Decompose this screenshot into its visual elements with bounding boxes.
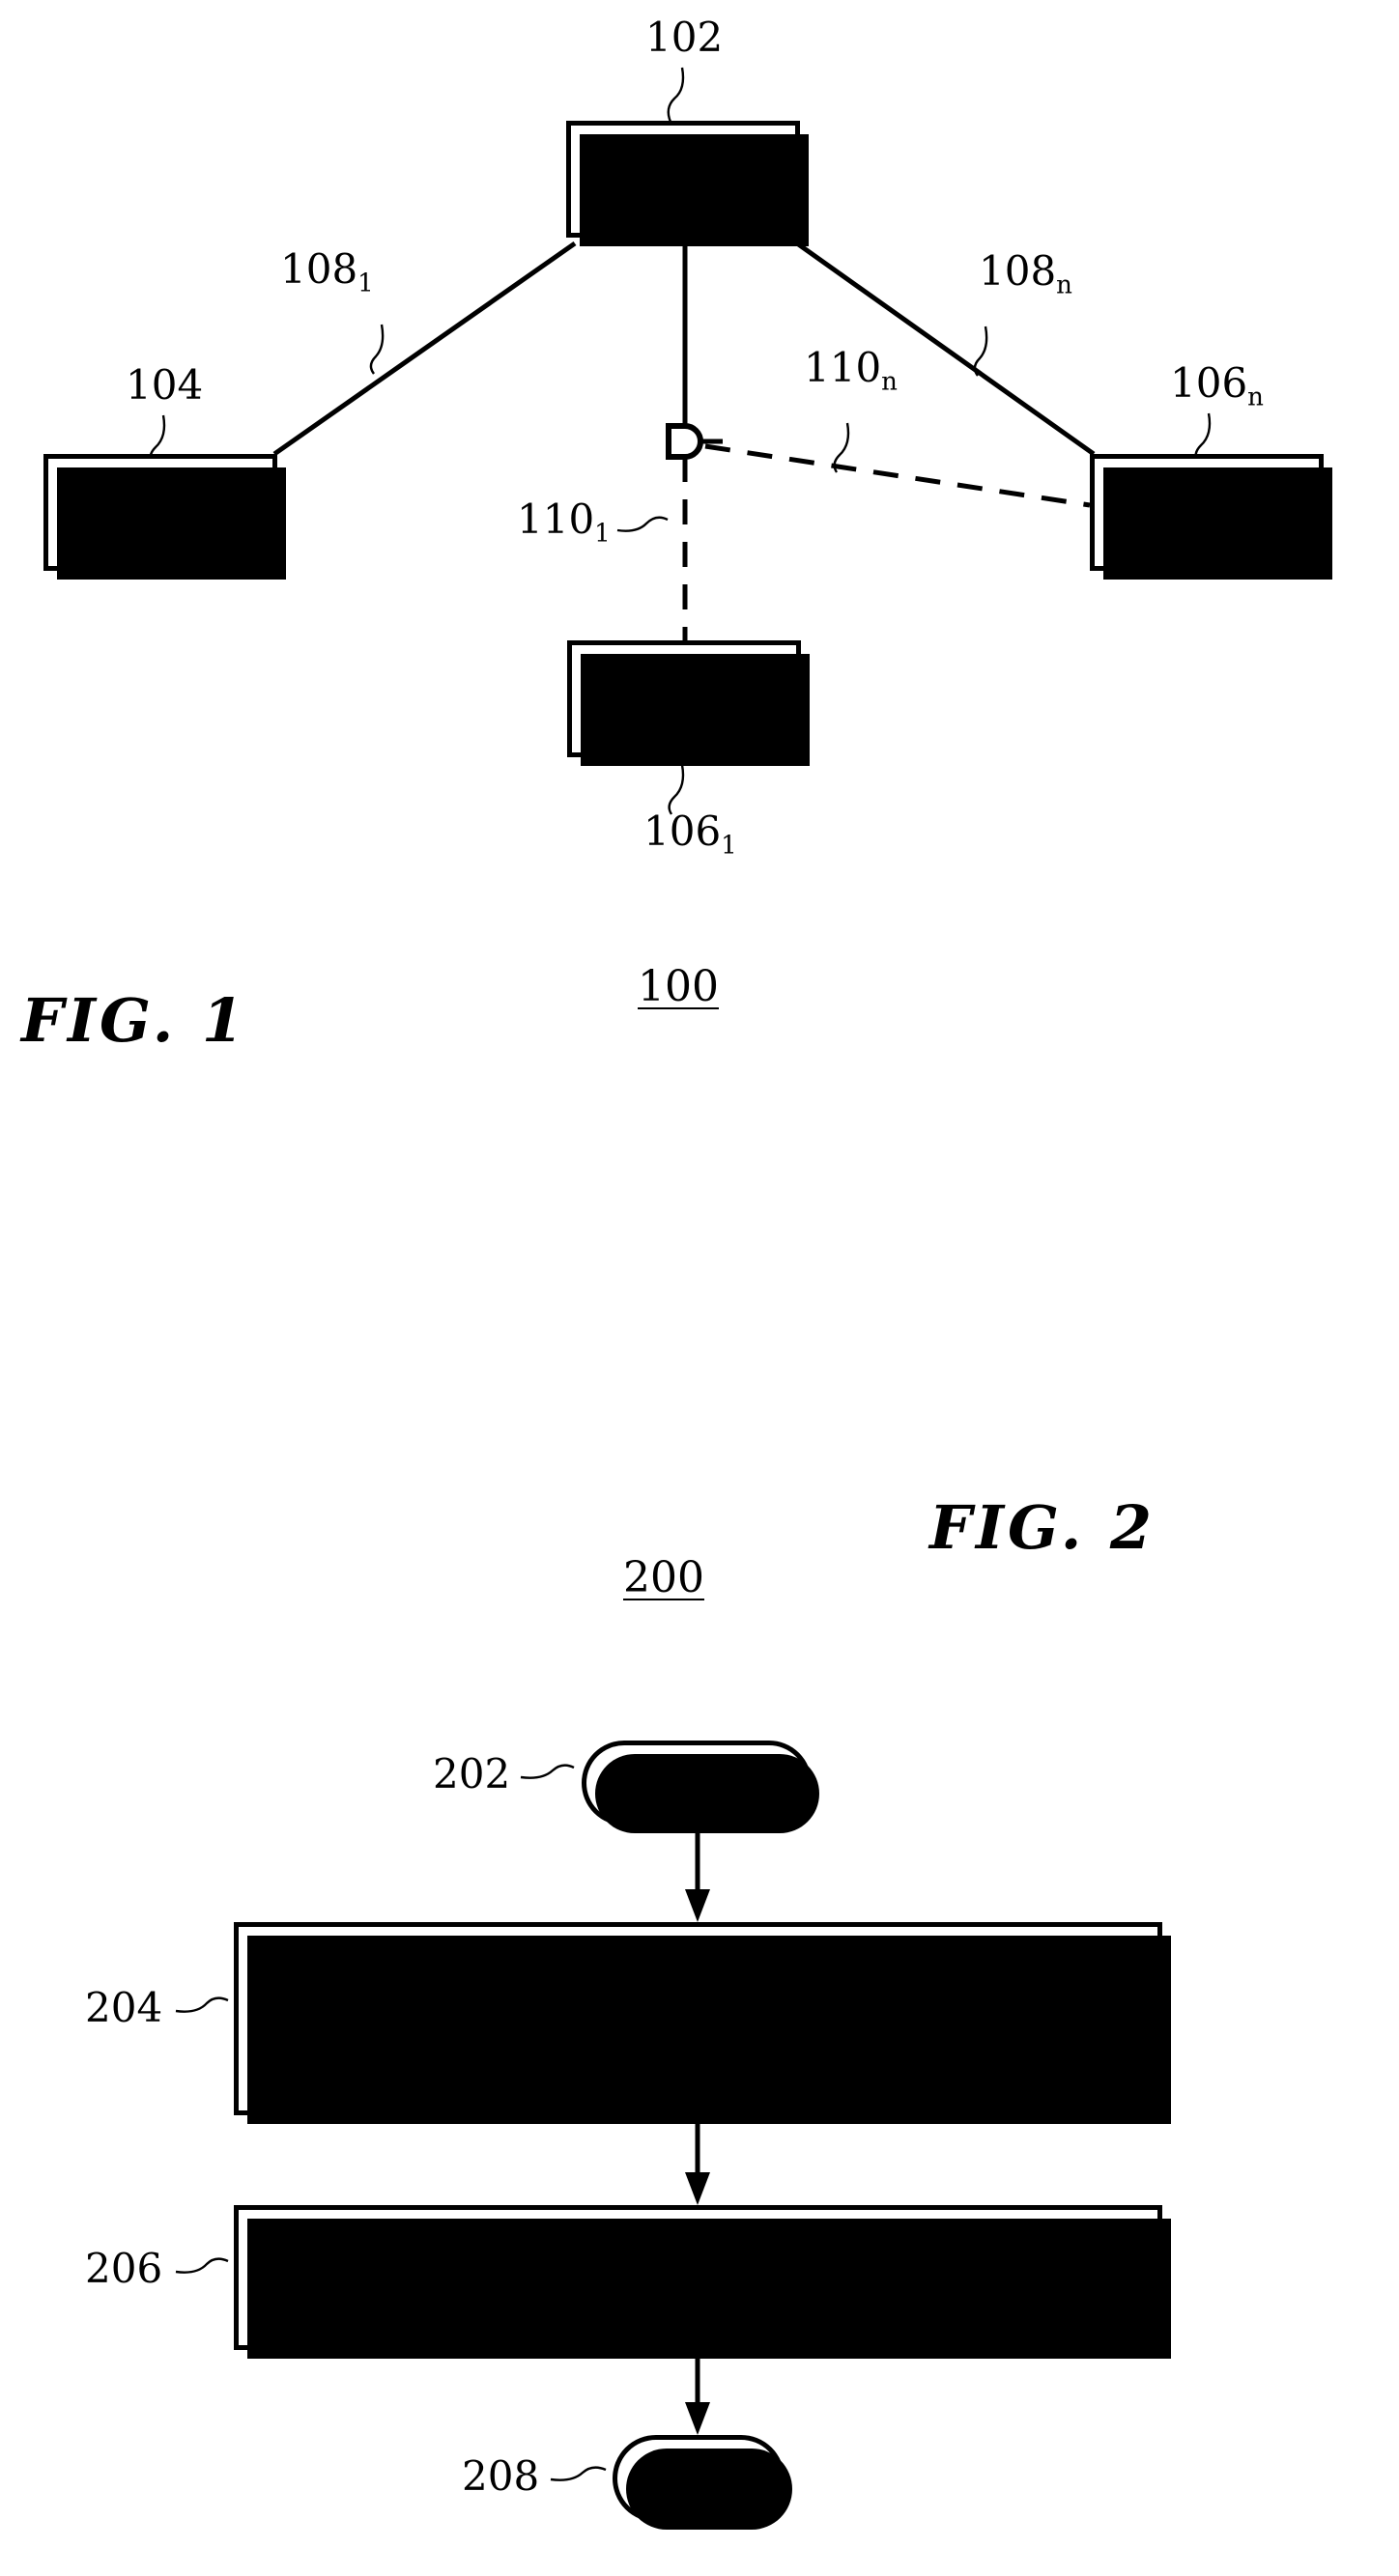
ref-100-number: 100	[638, 962, 719, 1011]
ref-110-1-number: 110	[517, 495, 595, 543]
flow-node-206[interactable]: DEACTIVATE THE REMAINDER OF THE HOME NET…	[234, 2205, 1171, 2359]
ref-200-system: 200	[623, 1557, 704, 1599]
ref-110-n-subscript: n	[881, 367, 898, 397]
node-router-label: ROUTER	[618, 156, 748, 202]
ref-102-number: 102	[645, 14, 724, 61]
flow-node-end[interactable]: END	[613, 2435, 792, 2530]
leader-206	[175, 2257, 229, 2274]
ref-204-number: 204	[85, 1984, 163, 2031]
flow-node-204-label: ACTIVATE (OR KEEP ACTIVE) A BEST-PERFORM…	[467, 1948, 929, 2089]
ref-200-number: 200	[623, 1553, 704, 1602]
leader-102	[667, 67, 685, 123]
node-hub-label: HUB	[128, 490, 193, 535]
arrow-204-to-206-head	[685, 2172, 710, 2205]
leader-110-1	[616, 516, 669, 532]
ref-100-system: 100	[638, 966, 719, 1008]
ref-104-number: 104	[126, 361, 204, 409]
leader-108-1	[369, 324, 385, 375]
node-hub[interactable]: HUB	[43, 454, 286, 580]
flow-node-206-label: DEACTIVATE THE REMAINDER OF THE HOME NET…	[420, 2231, 976, 2323]
arrow-start-to-204-head	[685, 1889, 710, 1922]
node-router[interactable]: ROUTER	[566, 121, 809, 246]
ref-106-n-number: 106	[1170, 359, 1248, 407]
ref-108-n: 108n	[979, 251, 1072, 300]
link-110-n-line	[704, 443, 1091, 508]
ref-206: 206	[85, 2249, 162, 2289]
ref-110-n: 110n	[804, 348, 898, 397]
ref-108-1-number: 108	[280, 245, 358, 293]
ref-106-1-subscript: 1	[721, 831, 737, 861]
node-client-n-label: CLIENT	[1142, 490, 1271, 535]
node-client-n[interactable]: CLIENT	[1090, 454, 1332, 580]
figure-1-title: FIG. 1	[21, 985, 248, 1056]
patent-drawing-sheet: ROUTER HUB CLIENT CLIENT 102 104 106n 10…	[0, 0, 1399, 2576]
ref-106-1: 1061	[643, 811, 737, 861]
ref-104: 104	[126, 365, 203, 406]
leader-110-n	[833, 422, 850, 473]
ref-106-n-subscript: n	[1247, 382, 1264, 412]
ref-108-n-subscript: n	[1056, 270, 1072, 300]
ref-106-n: 106n	[1170, 363, 1264, 410]
flow-node-204[interactable]: ACTIVATE (OR KEEP ACTIVE) A BEST-PERFORM…	[234, 1922, 1171, 2124]
ref-202: 202	[433, 1754, 510, 1795]
ref-206-number: 206	[85, 2245, 163, 2292]
ref-108-n-number: 108	[979, 247, 1057, 295]
node-client-1-label: CLIENT	[619, 676, 749, 722]
ref-110-1: 1101	[517, 499, 611, 549]
ref-108-1: 1081	[280, 249, 374, 298]
ref-106-1-number: 106	[643, 807, 722, 855]
flow-node-start[interactable]: START	[582, 1741, 819, 1833]
ref-202-number: 202	[433, 1750, 511, 1798]
leader-204	[175, 1996, 229, 2013]
flow-node-end-label: END	[666, 2456, 731, 2501]
wireless-antenna-icon	[666, 423, 703, 460]
ref-108-1-subscript: 1	[357, 269, 374, 298]
figure-2-title: FIG. 2	[929, 1492, 1156, 1563]
arrow-206-to-end-head	[685, 2402, 710, 2435]
ref-208: 208	[462, 2456, 539, 2497]
leader-202	[520, 1764, 575, 1779]
ref-110-n-number: 110	[804, 344, 882, 391]
leader-208	[550, 2466, 607, 2481]
ref-102: 102	[645, 17, 723, 58]
ref-208-number: 208	[462, 2452, 540, 2500]
node-client-1[interactable]: CLIENT	[567, 640, 810, 766]
ref-110-1-subscript: 1	[594, 519, 611, 549]
ref-204: 204	[85, 1988, 162, 2028]
leader-108-n	[973, 326, 988, 377]
flow-node-start-label: START	[642, 1761, 752, 1805]
